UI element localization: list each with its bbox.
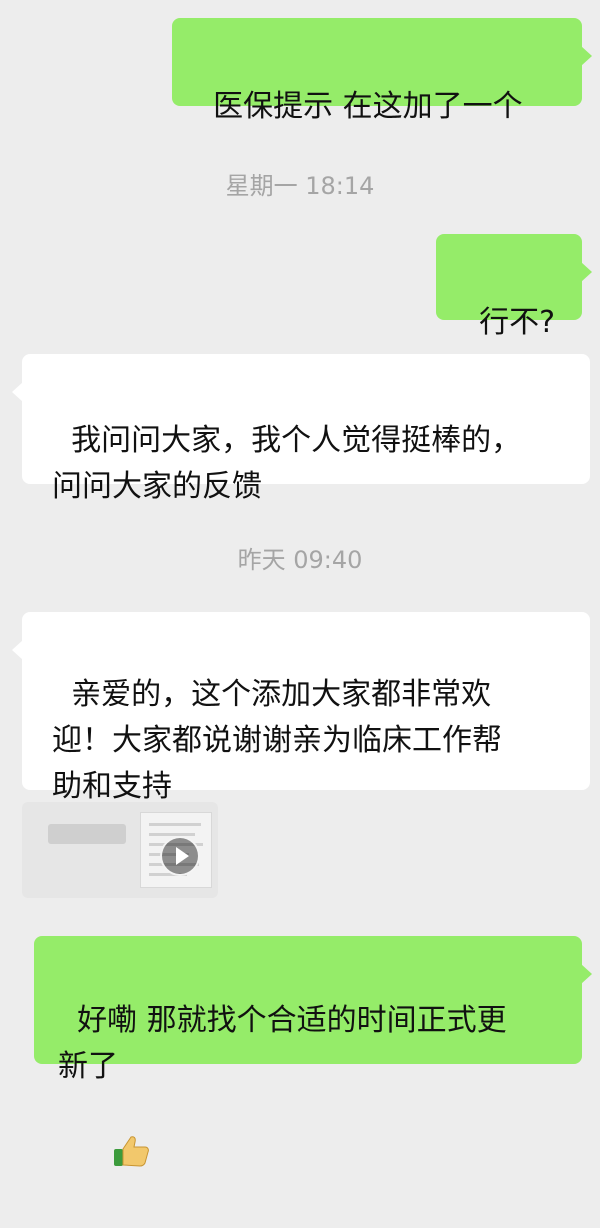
message-text: 医保提示 在这加了一个 <box>213 89 523 124</box>
incoming-message-bubble[interactable]: 我问问大家，我个人觉得挺棒的， 问问大家的反馈 <box>12 354 590 504</box>
outgoing-message-bubble[interactable]: 好嘞 那就找个合适的时间正式更 新了 <box>34 936 592 1084</box>
play-icon[interactable] <box>160 836 200 876</box>
thumbs-up-icon <box>73 1088 151 1228</box>
message-text: 亲爱的，这个添加大家都非常欢 迎！大家都说谢谢亲为临床工作帮 助和支持 <box>52 677 502 804</box>
message-timestamp: 昨天 09:40 <box>237 546 363 574</box>
message-timestamp: 星期一 18:14 <box>225 172 375 200</box>
incoming-message-bubble[interactable]: 亲爱的，这个添加大家都非常欢 迎！大家都说谢谢亲为临床工作帮 助和支持 <box>12 612 590 1167</box>
outgoing-message-bubble[interactable]: 医保提示 在这加了一个 <box>172 18 592 124</box>
outgoing-message-bubble[interactable]: 行不? <box>436 234 592 340</box>
blurred-sender-label <box>48 824 126 844</box>
message-text: 我问问大家，我个人觉得挺棒的， 问问大家的反馈 <box>52 423 522 504</box>
video-message-card[interactable] <box>22 802 218 898</box>
message-text: 行不? <box>479 305 556 340</box>
chat-screen: { "messages": { "m1": "医保提示 在这加了一个", "m2… <box>0 0 600 1167</box>
